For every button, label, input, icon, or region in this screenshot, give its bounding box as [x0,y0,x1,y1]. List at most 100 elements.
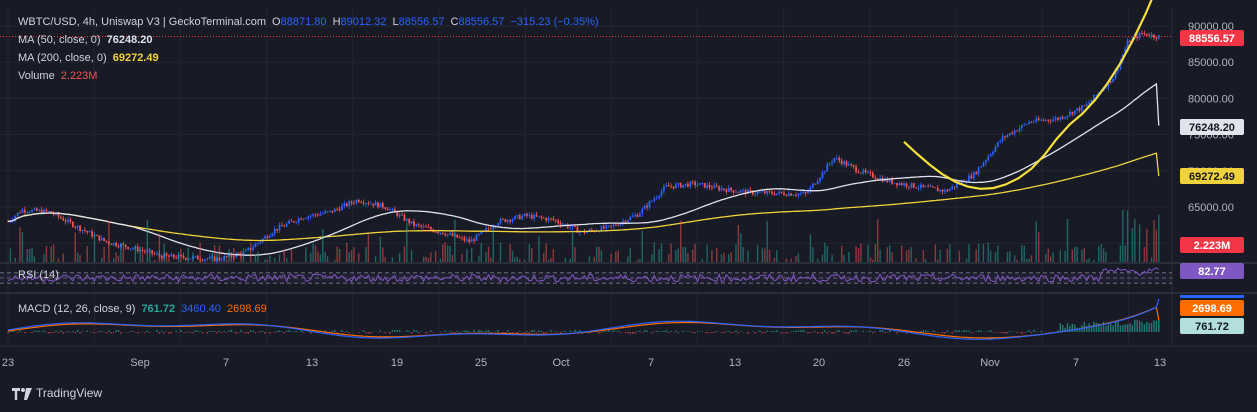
candle-body [614,224,617,226]
candle-body [16,212,19,216]
macd-hist-bar [576,331,579,332]
rsi-legend[interactable]: RSI (14) [18,269,62,281]
volume-bar [610,254,612,262]
macd-hist-bar [720,332,723,333]
volume-bar [925,259,927,262]
macd-hist-bar [466,330,468,332]
candle-body [1078,108,1081,111]
volume-bar [795,256,797,262]
volume-legend[interactable]: Volume 2.223M [18,70,100,82]
volume-bar [146,220,149,262]
macd-hist-bar [800,330,802,332]
volume-bar [350,250,353,262]
candle-body [852,165,855,167]
macd-hist-bar [468,331,470,332]
volume-bar [213,245,216,262]
volume-bar [797,253,800,262]
candle-body [835,157,838,159]
volume-bar [50,246,52,262]
candle-body [437,232,439,234]
volume-bar [809,234,812,262]
candle-body [872,172,874,178]
volume-bar [511,250,514,262]
candle-body [127,247,130,250]
volume-bar [74,232,76,262]
macd-hist-bar [639,330,641,332]
candle-body [420,225,423,227]
macd-hist-bar [1001,332,1004,334]
macd-hist-bar [113,332,115,334]
macd-hist-bar [826,332,828,334]
macd-hist-bar [555,331,557,332]
candle-body [132,248,134,250]
candle-body [225,256,228,257]
volume-bar [776,250,778,262]
candle-body [617,225,620,227]
candle-body [831,161,833,164]
macd-hist-bar [526,330,528,332]
candle-body [953,186,956,188]
candle-body [333,208,336,213]
macd-hist-bar [629,332,631,334]
candle-body [718,186,721,191]
ma50-legend[interactable]: MA (50, close, 0) 76248.20 [18,34,156,46]
volume-bar [14,257,16,262]
candle-body [456,234,459,238]
macd-hist-bar [216,332,218,334]
candle-body [112,242,115,245]
candle-body [874,177,877,179]
macd-hist-bar [821,332,824,334]
macd-hist-bar [675,330,677,332]
candle-body [1085,103,1088,106]
candle-body [662,186,665,192]
volume-bar [499,242,502,262]
ma200-legend[interactable]: MA (200, close, 0) 69272.49 [18,52,162,64]
trading-chart[interactable]: 90000.0085000.0080000.0075000.0070000.00… [0,0,1257,412]
candle-body [785,195,788,196]
volume-bar [365,247,367,262]
rsi-badge: 82.77 [1180,263,1244,279]
volume-bar [192,252,194,262]
candle-body [1141,32,1143,34]
volume-bar [989,250,992,262]
volume-bar [1083,247,1086,262]
candle-body [518,215,521,220]
candle-body [1044,119,1047,121]
volume-bar [958,250,961,262]
candle-body [427,227,430,229]
candle-body [535,214,538,217]
candle-body [381,203,384,208]
volume-bar [76,252,79,262]
candle-body [908,186,910,188]
volume-bar [764,248,766,262]
candle-body [855,166,857,172]
macd-hist-bar [776,330,778,332]
volume-bar [684,247,687,262]
candle-body [401,214,403,216]
candle-body [514,216,516,220]
volume-bar [358,253,360,262]
macd-hist-bar [269,332,271,334]
tradingview-brand[interactable]: TradingView [12,386,102,400]
ma50-label: MA (50, close, 0) [18,34,101,46]
candle-body [367,203,370,204]
candle-body [552,218,555,220]
macd-legend[interactable]: MACD (12, 26, close, 9) 761.72 3460.40 2… [18,303,270,315]
volume-bar [422,256,425,262]
volume-bar [439,258,442,262]
macd-hist-bar [605,331,607,332]
macd-hist-bar [598,332,600,334]
volume-bar [485,252,487,262]
macd-hist-bar [624,332,627,334]
candle-body [896,183,898,186]
macd-hist-bar [45,332,48,333]
macd-hist-bar [788,332,790,333]
macd-hist-bar [694,332,696,334]
candle-body [23,209,26,213]
macd-hist-bar [497,330,499,332]
macd-hist-bar [968,330,970,332]
macd-hist-bar [398,329,401,332]
macd-hist-bar [48,332,50,334]
candle-body [699,183,701,185]
candle-body [276,228,278,231]
